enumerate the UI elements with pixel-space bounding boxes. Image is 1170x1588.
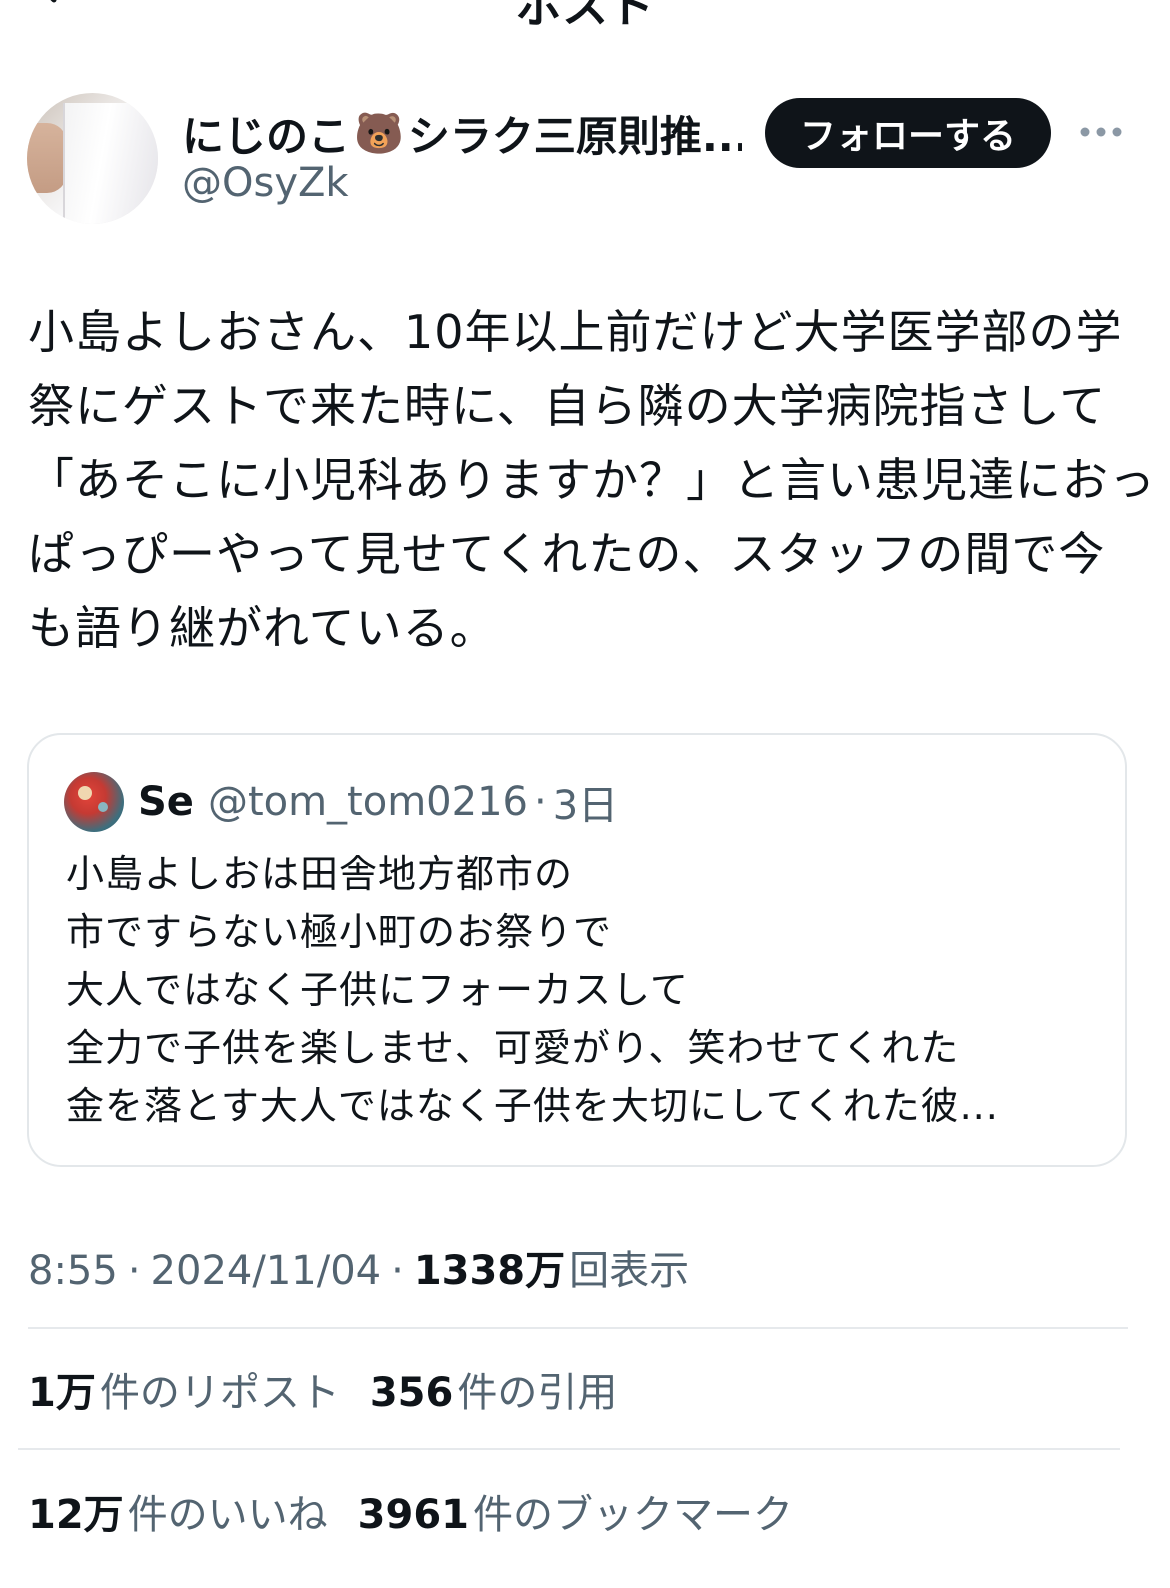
view-count: 1338万: [413, 1248, 566, 1294]
post-text-line: 祭にゲストで来た時に、自ら隣の大学病院指さして: [28, 379, 1107, 433]
quoted-header: Se @tom_tom0216 · 3日: [138, 774, 618, 830]
follow-button[interactable]: フォローする: [765, 98, 1051, 168]
separator-dot: ·: [533, 779, 547, 825]
quotes-stat[interactable]: 356 件の引用: [370, 1360, 618, 1418]
quoted-text-line: 市ですらない極小町のお祭りで: [66, 910, 613, 954]
quoted-handle: @tom_tom0216: [207, 779, 528, 825]
likes-label: 件のいいね: [127, 1492, 328, 1538]
view-count-label: 回表示: [569, 1248, 690, 1294]
more-options-icon[interactable]: [1076, 112, 1126, 152]
reposts-stat[interactable]: 1万 件のリポスト: [28, 1360, 340, 1418]
quoted-text-line: 大人ではなく子供にフォーカスして: [66, 968, 689, 1012]
engagement-row-2: 12万 件のいいね 3961 件のブックマーク: [28, 1482, 793, 1540]
post-text: 小島よしおさん、10年以上前だけど大学医学部の学 祭にゲストで来た時に、自ら隣の…: [28, 295, 1156, 665]
quoted-text-line: 全力で子供を楽しませ、可愛がり、笑わせてくれた: [66, 1026, 960, 1070]
post-text-line: ぱっぴーやって見せてくれたの、スタッフの間で今: [28, 527, 1106, 581]
separator-dot: ·: [127, 1248, 141, 1294]
bookmarks-label: 件のブックマーク: [473, 1492, 793, 1538]
divider: [18, 1448, 1120, 1450]
quoted-name: Se: [138, 779, 194, 825]
reposts-label: 件のリポスト: [99, 1370, 340, 1416]
page-title: ポスト: [516, 0, 654, 33]
reposts-count: 1万: [28, 1370, 96, 1416]
bear-emoji-icon: 🐻: [354, 110, 404, 157]
post-text-line: 「あそこに小児科ありますか？」と言い患児達におっ: [28, 453, 1156, 507]
engagement-row-1: 1万 件のリポスト 356 件の引用: [28, 1360, 617, 1418]
post-date[interactable]: 2024/11/04: [151, 1248, 382, 1294]
post-meta: 8:55 · 2024/11/04 · 1338万 回表示: [28, 1238, 689, 1296]
quoted-time: 3日: [552, 783, 619, 829]
divider: [28, 1327, 1128, 1329]
quoted-text: 小島よしおは田舎地方都市の 市ですらない極小町のお祭りで 大人ではなく子供にフォ…: [66, 845, 1106, 1135]
quoted-text-line: 金を落とす大人ではなく子供を大切にしてくれた彼...: [66, 1084, 999, 1128]
bookmarks-stat[interactable]: 3961 件のブックマーク: [358, 1482, 793, 1540]
quoted-avatar[interactable]: [64, 772, 124, 832]
author-handle[interactable]: @OsyZk: [182, 160, 349, 206]
author-name-text: にじのこ: [182, 111, 351, 161]
post-text-line: 小島よしおさん、10年以上前だけど大学医学部の学: [28, 305, 1123, 359]
post-text-line: も語り継がれている。: [28, 601, 497, 655]
quoted-text-line: 小島よしおは田舎地方都市の: [66, 852, 574, 896]
avatar[interactable]: [27, 93, 158, 224]
post-time[interactable]: 8:55: [28, 1248, 118, 1294]
separator-dot: ·: [391, 1248, 404, 1294]
author-name[interactable]: にじのこ 🐻 シラク三原則推...: [182, 103, 742, 163]
quotes-count: 356: [369, 1370, 454, 1416]
likes-count: 12万: [28, 1492, 124, 1538]
quotes-label: 件の引用: [457, 1370, 618, 1416]
author-name-rest: シラク三原則推...: [407, 111, 742, 161]
likes-stat[interactable]: 12万 件のいいね: [28, 1482, 328, 1540]
bookmarks-count: 3961: [357, 1492, 469, 1538]
